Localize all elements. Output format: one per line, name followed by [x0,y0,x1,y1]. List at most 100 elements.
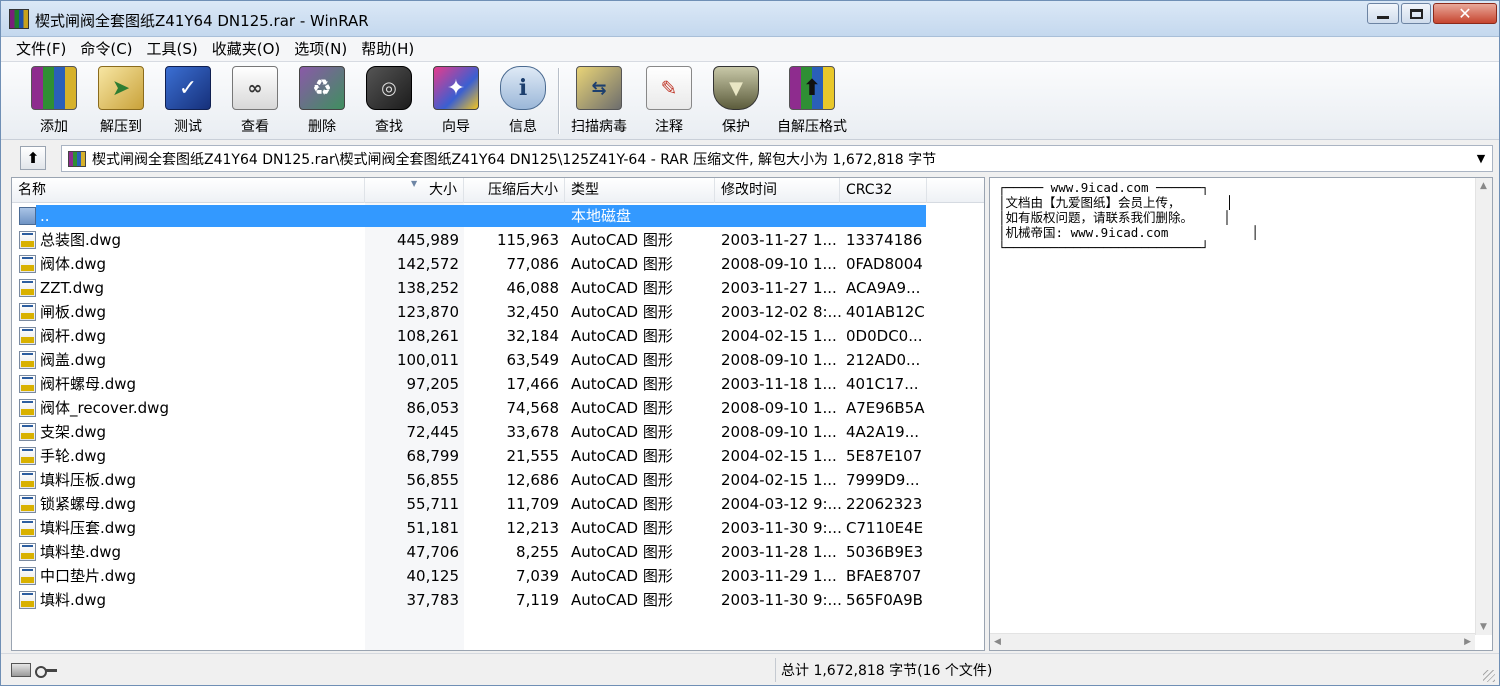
test-button[interactable]: ✓ 测试 [155,64,221,136]
file-row[interactable]: 中口垫片.dwg 40,125 7,039 AutoCAD 图形 2003-11-29 … [12,564,984,588]
minimize-button[interactable] [1367,3,1399,24]
close-button[interactable]: ✕ [1433,3,1497,24]
file-row[interactable]: 填料.dwg 37,783 7,119 AutoCAD 图形 2003-11-30 9:… [12,588,984,612]
file-row[interactable]: 填料压套.dwg 51,181 12,213 AutoCAD 图形 2003-11-30… [12,516,984,540]
archive-icon [68,150,86,167]
column-header-packed[interactable]: 压缩后大小 [464,178,565,203]
file-row[interactable]: 填料垫.dwg 47,706 8,255 AutoCAD 图形 2003-11-28 1… [12,540,984,564]
menu-favorites[interactable]: 收藏夹(O) [205,38,288,60]
sfx-button[interactable]: ⬆ 自解压格式 [777,64,847,136]
file-row[interactable]: 总装图.dwg 445,989 115,963 AutoCAD 图形 2003-11-2… [12,228,984,252]
file-type: AutoCAD 图形 [571,279,673,297]
parent-folder-name: .. [40,207,50,225]
menu-file[interactable]: 文件(F) [9,38,73,60]
file-modified-time: 2003-11-18 1... [721,375,837,393]
file-size: 40,125 [406,567,460,585]
file-row[interactable]: 手轮.dwg 68,799 21,555 AutoCAD 图形 2004-02-15 1… [12,444,984,468]
file-size: 138,252 [396,279,459,297]
extract-to-button[interactable]: ➤ 解压到 [88,64,154,136]
scroll-up-icon[interactable]: ▲ [1480,181,1487,191]
test-icon: ✓ [165,66,211,110]
extract-icon: ➤ [98,66,144,110]
file-type: AutoCAD 图形 [571,375,673,393]
column-header-type[interactable]: 类型 [565,178,715,203]
file-list[interactable]: 名称 大小 ▼ 压缩后大小 类型 修改时间 CRC32 .. 本地磁盘 总装图.… [11,177,985,651]
wizard-button[interactable]: ✦ 向导 [423,64,489,136]
column-header-mtime[interactable]: 修改时间 [715,178,840,203]
column-header-name[interactable]: 名称 [12,178,365,203]
file-name: 阀体.dwg [40,255,107,273]
file-crc32: 13374186 [846,231,923,249]
wizard-icon: ✦ [433,66,479,110]
file-row[interactable]: 阀盖.dwg 100,011 63,549 AutoCAD 图形 2008-09-10 … [12,348,984,372]
file-name: 阀体_recover.dwg [40,399,169,417]
file-name: ZZT.dwg [40,279,105,297]
file-row[interactable]: 阀体_recover.dwg 86,053 74,568 AutoCAD 图形 2008… [12,396,984,420]
file-crc32: 22062323 [846,495,923,513]
file-packed-size: 46,088 [506,279,560,297]
file-modified-time: 2008-09-10 1... [721,423,837,441]
dwg-file-icon [19,327,36,345]
file-crc32: 565F0A9B [846,591,923,609]
file-row[interactable]: 阀杆.dwg 108,261 32,184 AutoCAD 图形 2004-02-15 … [12,324,984,348]
file-crc32: 212AD0... [846,351,921,369]
comment-horizontal-scrollbar[interactable]: ◀ ▶ [990,633,1475,650]
view-button[interactable]: ∞ 查看 [222,64,288,136]
comment-button[interactable]: ✎ 注释 [636,64,702,136]
file-row[interactable]: 阀体.dwg 142,572 77,086 AutoCAD 图形 2008-09-10 … [12,252,984,276]
dwg-file-icon [19,591,36,609]
file-row[interactable]: 阀杆螺母.dwg 97,205 17,466 AutoCAD 图形 2003-11-18… [12,372,984,396]
dwg-file-icon [19,303,36,321]
file-modified-time: 2004-02-15 1... [721,327,837,345]
protect-button[interactable]: ▼ 保护 [703,64,769,136]
extract-label: 解压到 [100,119,142,135]
menu-help[interactable]: 帮助(H) [354,38,421,60]
comment-pane[interactable]: ┌───── www.9icad.com ──────┐ │文档由【九爱图纸】会… [989,177,1493,651]
file-crc32: C7110E4E [846,519,924,537]
maximize-button[interactable] [1401,3,1431,24]
up-folder-button[interactable]: ⬆ [20,146,46,170]
add-button[interactable]: 添加 [21,64,87,136]
file-type: AutoCAD 图形 [571,303,673,321]
dwg-file-icon [19,447,36,465]
drive-icon[interactable] [11,663,31,677]
file-name: 阀杆.dwg [40,327,107,345]
comment-vertical-scrollbar[interactable]: ▲ ▼ [1475,178,1492,635]
file-size: 97,205 [406,375,460,393]
add-label: 添加 [40,119,68,135]
info-button[interactable]: i 信息 [490,64,556,136]
file-modified-time: 2004-02-15 1... [721,447,837,465]
path-text: 楔式闸阀全套图纸Z41Y64 DN125.rar\楔式闸阀全套图纸Z41Y64 … [92,151,937,168]
path-dropdown-icon[interactable]: ▼ [1470,152,1492,165]
delete-button[interactable]: ♻ 删除 [289,64,355,136]
file-row[interactable]: ZZT.dwg 138,252 46,088 AutoCAD 图形 2003-11-27… [12,276,984,300]
menu-commands[interactable]: 命令(C) [73,38,139,60]
file-row[interactable]: 支架.dwg 72,445 33,678 AutoCAD 图形 2008-09-10 1… [12,420,984,444]
file-packed-size: 115,963 [496,231,559,249]
file-type: AutoCAD 图形 [571,231,673,249]
file-size: 68,799 [406,447,460,465]
virus-scan-button[interactable]: ⇆ 扫描病毒 [566,64,632,136]
file-row[interactable]: 闸板.dwg 123,870 32,450 AutoCAD 图形 2003-12-02 … [12,300,984,324]
dwg-file-icon [19,399,36,417]
winrar-app-icon[interactable] [9,9,29,29]
scroll-right-icon[interactable]: ▶ [1464,637,1471,647]
file-row[interactable]: 填料压板.dwg 56,855 12,686 AutoCAD 图形 2004-02-15… [12,468,984,492]
menu-options[interactable]: 选项(N) [287,38,354,60]
scroll-down-icon[interactable]: ▼ [1480,622,1487,632]
file-row[interactable]: 锁紧螺母.dwg 55,711 11,709 AutoCAD 图形 2004-03-12… [12,492,984,516]
column-header-crc[interactable]: CRC32 [840,178,927,203]
comment-icon: ✎ [646,66,692,110]
path-combobox[interactable]: 楔式闸阀全套图纸Z41Y64 DN125.rar\楔式闸阀全套图纸Z41Y64 … [61,145,1493,172]
file-name: 填料.dwg [40,591,107,609]
status-icons [11,660,59,678]
key-icon[interactable] [35,663,57,678]
parent-folder-row[interactable]: .. 本地磁盘 [12,204,984,228]
find-button[interactable]: ◎ 查找 [356,64,422,136]
scroll-left-icon[interactable]: ◀ [994,637,1001,647]
menu-tools[interactable]: 工具(S) [140,38,205,60]
file-size: 86,053 [406,399,460,417]
resize-grip[interactable] [1483,670,1495,682]
title-bar[interactable]: 楔式闸阀全套图纸Z41Y64 DN125.rar - WinRAR ✕ [1,1,1499,37]
file-size: 123,870 [396,303,459,321]
